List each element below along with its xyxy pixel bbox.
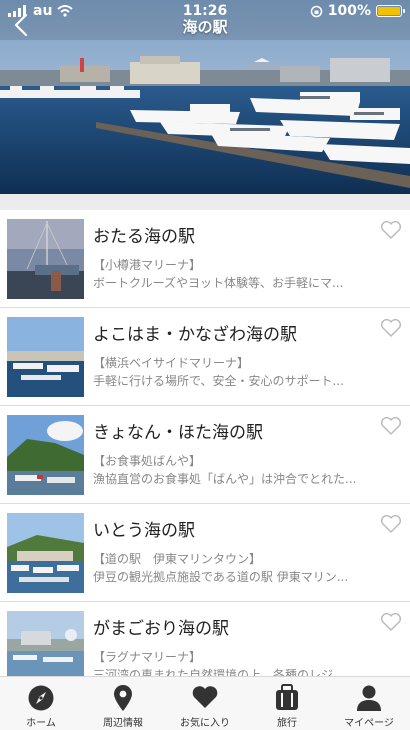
list-item[interactable]: きょなん・ほた海の駅 【お食事処ばんや】 漁協直営のお食事処「ばんや」は沖合でと… xyxy=(0,406,410,504)
station-description: 手軽に行ける場所で、安全・安心のサポート... xyxy=(93,374,344,388)
tab-bar: ホーム 周辺情報 お気に入り 旅行 マイページ xyxy=(0,676,410,730)
tab-label: 旅行 xyxy=(277,718,297,729)
station-title: がまごおり海の駅 xyxy=(93,619,229,639)
station-list: おたる海の駅 【小樽港マリーナ】 ボートクルーズやヨット体験等、お手軽にマ...… xyxy=(0,210,410,700)
tab-label: ホーム xyxy=(26,718,56,729)
station-subtitle: 【ラグナマリーナ】 xyxy=(93,650,202,664)
tab-label: 周辺情報 xyxy=(103,718,143,729)
station-title: よこはま・かなざわ海の駅 xyxy=(93,325,297,345)
tab-home[interactable]: ホーム xyxy=(0,677,82,730)
station-thumbnail xyxy=(7,513,84,593)
favorite-heart-icon[interactable] xyxy=(380,318,402,338)
station-subtitle: 【お食事処ばんや】 xyxy=(93,454,202,468)
person-icon xyxy=(357,685,381,711)
tab-label: マイページ xyxy=(344,718,394,729)
station-description: ボートクルーズやヨット体験等、お手軽にマ... xyxy=(93,276,344,290)
station-title: きょなん・ほた海の駅 xyxy=(93,423,263,443)
list-item[interactable]: よこはま・かなざわ海の駅 【横浜ベイサイドマリーナ】 手軽に行ける場所で、安全・… xyxy=(0,308,410,406)
list-item[interactable]: いとう海の駅 【道の駅 伊東マリンタウン】 伊豆の観光拠点施設である道の駅 伊東… xyxy=(0,504,410,602)
station-thumbnail xyxy=(7,219,84,299)
map-pin-icon xyxy=(114,685,132,711)
tab-label: お気に入り xyxy=(180,718,230,729)
station-description: 伊豆の観光拠点施設である道の駅 伊東マリン... xyxy=(93,570,349,584)
page-title: 海の駅 xyxy=(182,18,228,36)
station-subtitle: 【横浜ベイサイドマリーナ】 xyxy=(93,356,250,370)
favorite-heart-icon[interactable] xyxy=(380,612,402,632)
tab-favorites[interactable]: お気に入り xyxy=(164,677,246,730)
favorite-heart-icon[interactable] xyxy=(380,416,402,436)
tab-nearby[interactable]: 周辺情報 xyxy=(82,677,164,730)
favorite-heart-icon[interactable] xyxy=(380,514,402,534)
station-title: いとう海の駅 xyxy=(93,521,195,541)
station-subtitle: 【小樽港マリーナ】 xyxy=(93,258,202,272)
favorite-heart-icon[interactable] xyxy=(380,220,402,240)
heart-icon xyxy=(192,686,218,708)
station-title: おたる海の駅 xyxy=(93,227,195,247)
battery-level xyxy=(378,7,400,15)
station-subtitle: 【道の駅 伊東マリンタウン】 xyxy=(93,552,262,566)
compass-icon xyxy=(28,685,54,711)
station-description: 漁協直営のお食事処「ばんや」は沖合でとれた... xyxy=(93,472,357,486)
suitcase-icon xyxy=(276,684,298,710)
tab-travel[interactable]: 旅行 xyxy=(246,677,328,730)
station-thumbnail xyxy=(7,415,84,495)
tab-mypage[interactable]: マイページ xyxy=(328,677,410,730)
hero-image: au 11:26 100% 海の駅 xyxy=(0,0,410,194)
list-item[interactable]: おたる海の駅 【小樽港マリーナ】 ボートクルーズやヨット体験等、お手軽にマ... xyxy=(0,210,410,308)
station-thumbnail xyxy=(7,317,84,397)
